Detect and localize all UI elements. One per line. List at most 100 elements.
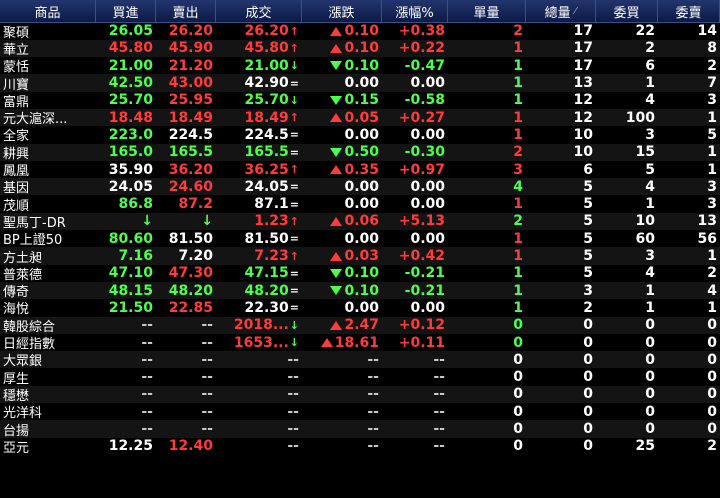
- table-row[interactable]: 厚生 -- -- -- -- -- 0 0 0 0: [0, 369, 720, 386]
- table-row[interactable]: 元大滬深... 18.48 18.49 18.49 ↑ 0.05 +0.27 1 12 100 1: [0, 109, 720, 127]
- up-triangle-icon: [330, 165, 343, 175]
- ask-quantity: 0: [707, 386, 717, 403]
- last-price: 24.05: [244, 178, 289, 195]
- bid-quantity: 100: [625, 109, 655, 126]
- price-change: 0.05: [344, 109, 379, 126]
- ask-quantity: 2: [707, 57, 717, 74]
- stock-name: 耕興: [3, 146, 30, 161]
- stock-name: 大眾銀: [3, 354, 43, 369]
- tick-volume: 1: [513, 126, 523, 143]
- bid-price: --: [141, 386, 153, 403]
- ask-price: 12.40: [168, 438, 213, 455]
- total-volume: 5: [583, 248, 593, 265]
- table-row[interactable]: 亞元 12.25 12.40 -- -- -- 0 0 25 2: [0, 438, 720, 455]
- flat-marker-icon: =: [289, 76, 299, 90]
- bid-quantity: 5: [645, 161, 655, 178]
- table-row[interactable]: 台揚 -- -- -- -- -- 0 0 0 0: [0, 420, 720, 438]
- price-change-cell: 0.15: [302, 92, 382, 109]
- stock-name: 光洋科: [3, 406, 43, 421]
- last-price-cell: 36.25 ↑: [216, 161, 302, 178]
- table-row[interactable]: 富鼎 25.70 25.95 25.70 ↓ 0.15 -0.58 1 12 4 3: [0, 92, 720, 109]
- table-row[interactable]: 華立 45.80 45.90 45.80 ↑ 0.10 +0.22 1 17 2 8: [0, 39, 720, 58]
- tick-volume: 1: [513, 265, 523, 282]
- price-change-cell: 0.10: [302, 265, 382, 282]
- stock-name: 日經指數: [3, 337, 56, 352]
- table-row[interactable]: 蒙恬 21.00 21.20 21.00 ↓ 0.10 -0.47 1 17 6 2: [0, 57, 720, 75]
- last-price-cell: 26.20 ↑: [216, 23, 302, 40]
- bid-quantity: 1: [645, 282, 655, 299]
- ask-quantity: 1: [707, 248, 717, 265]
- header-bid-qty[interactable]: 委買: [596, 0, 658, 22]
- table-row[interactable]: 聚碩 26.05 26.20 26.20 ↑ 0.10 +0.38 2 17 22 14: [0, 23, 720, 40]
- bid-quantity: 10: [635, 213, 655, 230]
- bid-quantity: 2: [645, 40, 655, 57]
- header-volume[interactable]: 單量: [448, 0, 526, 22]
- price-change: 0.00: [344, 75, 379, 92]
- table-row[interactable]: 方土昶 7.16 7.20 7.23 ↑ 0.03 +0.42 1 5 3 1: [0, 247, 720, 265]
- change-percent: +5.13: [398, 213, 445, 230]
- table-row[interactable]: 海悅 21.50 22.85 22.30 = 0.00 0.00 1 2 1 1: [0, 299, 720, 317]
- tick-volume: 0: [513, 403, 523, 420]
- tick-volume: 4: [513, 178, 523, 195]
- stock-name: 厚生: [3, 371, 30, 386]
- change-percent: 0.00: [410, 126, 445, 143]
- price-change: 0.00: [344, 299, 379, 316]
- price-change-cell: 2.47: [302, 317, 382, 334]
- price-change-cell: 18.61: [302, 334, 382, 351]
- header-percent[interactable]: 漲幅%: [382, 0, 448, 22]
- ask-quantity: 0: [707, 317, 717, 334]
- ask-price: --: [201, 386, 213, 403]
- table-row[interactable]: 川寶 42.50 43.00 42.90 = 0.00 0.00 1 13 1 7: [0, 74, 720, 92]
- header-change[interactable]: 漲跌: [302, 0, 382, 22]
- change-percent: -0.21: [404, 265, 445, 282]
- total-volume: 0: [583, 421, 593, 438]
- up-triangle-icon: [330, 320, 343, 330]
- header-total[interactable]: 總量 ⁄: [526, 0, 596, 22]
- bid-price: 165.0: [108, 144, 153, 161]
- last-price-cell: 1.23 ↑: [216, 213, 302, 230]
- up-arrow-icon: ↑: [289, 249, 299, 263]
- tick-volume: 1: [513, 109, 523, 126]
- price-change: --: [367, 421, 379, 438]
- bid-price: 18.48: [108, 109, 153, 126]
- header-ask[interactable]: 賣出: [156, 0, 216, 22]
- table-row[interactable]: 鳳凰 35.90 36.20 36.25 ↑ 0.35 +0.97 3 6 5 1: [0, 161, 720, 179]
- ask-quantity: 2: [707, 265, 717, 282]
- table-row[interactable]: 大眾銀 -- -- -- -- -- 0 0 0 0: [0, 351, 720, 369]
- table-row[interactable]: 基因 24.05 24.60 24.05 = 0.00 0.00 4 5 4 3: [0, 178, 720, 196]
- total-volume: 0: [583, 334, 593, 351]
- price-change-cell: --: [302, 369, 382, 386]
- tick-volume: 1: [513, 92, 523, 109]
- last-price-cell: 42.90 =: [216, 74, 302, 91]
- table-row[interactable]: 韓股綜合 -- -- 2018... ↓ 2.47 +0.12 0 0 0 0: [0, 316, 720, 334]
- ask-price: 87.2: [178, 196, 213, 213]
- tick-volume: 1: [513, 57, 523, 74]
- bid-price: 7.16: [118, 248, 153, 265]
- flat-marker-icon: =: [289, 197, 299, 211]
- price-change: --: [367, 403, 379, 420]
- bid-quantity: 4: [645, 265, 655, 282]
- price-change-cell: 0.05: [302, 109, 382, 126]
- table-row[interactable]: 普萊德 47.10 47.30 47.15 = 0.10 -0.21 1 5 4 2: [0, 265, 720, 282]
- header-name[interactable]: 商品: [0, 0, 96, 22]
- header-bid[interactable]: 買進: [96, 0, 156, 22]
- table-row[interactable]: 茂順 86.8 87.2 87.1 = 0.00 0.00 1 5 1 3: [0, 196, 720, 213]
- table-row[interactable]: 耕興 165.0 165.5 165.5 = 0.50 -0.30 2 10 15 1: [0, 143, 720, 161]
- table-row[interactable]: 日經指數 -- -- 1653... ↓ 18.61 +0.11 0 0 0 0: [0, 334, 720, 352]
- total-volume: 0: [583, 317, 593, 334]
- change-percent: --: [433, 421, 445, 438]
- ask-price: 48.20: [168, 282, 213, 299]
- last-price: --: [287, 369, 299, 386]
- price-change: 0.35: [344, 161, 379, 178]
- header-last[interactable]: 成交: [216, 0, 302, 22]
- table-row[interactable]: BP上證50 80.60 81.50 81.50 = 0.00 0.00 1 5 60 56: [0, 230, 720, 248]
- table-row[interactable]: 全家 223.0 224.5 224.5 = 0.00 0.00 1 10 3 5: [0, 126, 720, 144]
- table-row[interactable]: 光洋科 -- -- -- -- -- 0 0 0 0: [0, 403, 720, 421]
- table-row[interactable]: 傳奇 48.15 48.20 48.20 = 0.10 -0.21 1 3 1 4: [0, 282, 720, 300]
- header-ask-qty[interactable]: 委賣: [658, 0, 720, 22]
- change-percent: --: [433, 386, 445, 403]
- table-row[interactable]: 聖馬丁-DR ↓ ↓ 1.23 ↑ 0.06 +5.13 2 5 10 13: [0, 212, 720, 231]
- table-row[interactable]: 穩懋 -- -- -- -- -- 0 0 0 0: [0, 385, 720, 404]
- tick-volume: 0: [513, 438, 523, 455]
- ask-price: --: [201, 334, 213, 351]
